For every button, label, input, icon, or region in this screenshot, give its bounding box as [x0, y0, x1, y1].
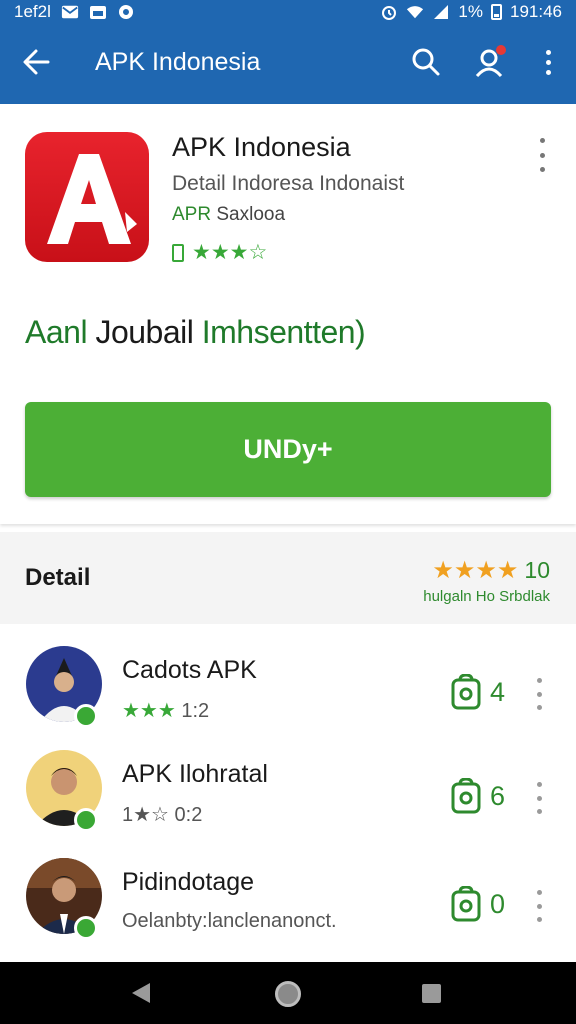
sync-icon	[117, 4, 135, 20]
detail-title: Detail	[25, 564, 91, 591]
section-subtitle: Aanl Joubail Imhsentten)	[25, 314, 366, 350]
back-arrow-icon	[23, 49, 50, 75]
online-badge-icon	[74, 916, 98, 940]
list-item-menu-button[interactable]	[532, 890, 546, 922]
alarm-icon	[380, 4, 398, 20]
battery-text: 1%	[458, 2, 483, 21]
app-name: APK Indonesia	[172, 132, 351, 162]
more-vert-icon	[545, 49, 551, 55]
search-button[interactable]	[408, 44, 444, 80]
back-button[interactable]	[18, 44, 58, 80]
list-item[interactable]: Pidindotage Oelanbty:lanclenanonct. 0	[0, 838, 576, 946]
download-badge-icon	[451, 674, 481, 710]
developer-name: Saxlooa	[216, 204, 286, 225]
list-item-subtitle: 1★☆ 0:2	[122, 804, 203, 826]
mail-icon	[61, 4, 79, 20]
detail-subtitle: hulgaln Ho Srbdlak	[423, 588, 550, 605]
download-badge-icon	[451, 778, 481, 814]
developer-label: APR	[172, 204, 212, 225]
download-badge-icon	[451, 886, 481, 922]
system-nav-bar	[0, 962, 576, 1024]
list-item-title: Cadots APK	[122, 656, 257, 684]
more-options-button[interactable]	[534, 44, 562, 80]
calendar-icon	[89, 4, 107, 20]
app-bar-title: APK Indonesia	[95, 48, 261, 76]
list-item-title: Pidindotage	[122, 868, 255, 896]
nav-back-icon[interactable]	[130, 982, 152, 1004]
top-bar: 1ef2l 1% 191:46 APK Indonesia	[0, 0, 576, 104]
account-icon	[475, 45, 506, 78]
signal-icon	[432, 4, 450, 20]
detail-rating: ★★★★ 10	[432, 556, 550, 585]
app-header-card: APK Indonesia Detail Indoresa Indonaist …	[0, 104, 576, 524]
app-list: Cadots APK ★★★ 1:2 4 APK Ilohratal 1★☆ 0…	[0, 626, 576, 962]
list-item-title: APK Ilohratal	[122, 760, 268, 788]
battery-icon	[491, 4, 502, 20]
search-icon	[412, 48, 440, 76]
online-badge-icon	[74, 704, 98, 728]
app-bar: APK Indonesia	[0, 28, 576, 96]
app-logo-icon[interactable]	[25, 132, 149, 262]
status-time: 191:46	[510, 2, 562, 21]
status-bar: 1ef2l 1% 191:46	[0, 0, 576, 24]
install-button[interactable]: UNDy+	[25, 402, 551, 497]
list-item-subtitle: ★★★ 1:2	[122, 700, 210, 722]
detail-count: 10	[524, 557, 550, 583]
detail-header: Detail ★★★★ 10 hulgaln Ho Srbdlak	[0, 532, 576, 624]
card-menu-button[interactable]	[534, 138, 550, 172]
list-item-count[interactable]: 6	[450, 778, 505, 814]
wifi-icon	[406, 4, 424, 20]
status-left-text: 1ef2l	[14, 2, 51, 21]
list-item[interactable]: Cadots APK ★★★ 1:2 4	[0, 626, 576, 734]
list-item-menu-button[interactable]	[532, 678, 546, 710]
nav-recents-icon[interactable]	[422, 984, 441, 1003]
list-item-menu-button[interactable]	[532, 782, 546, 814]
account-button[interactable]	[470, 42, 510, 82]
detail-stars: ★★★★	[432, 557, 519, 584]
online-badge-icon	[74, 808, 98, 832]
rating-stars: ★★★☆	[192, 241, 268, 264]
app-developer[interactable]: APR Saxlooa	[172, 204, 285, 226]
list-item-count[interactable]: 4	[450, 674, 505, 710]
nav-home-icon[interactable]	[275, 981, 301, 1007]
list-item[interactable]: APK Ilohratal 1★☆ 0:2 6	[0, 730, 576, 838]
app-rating: ★★★☆	[172, 240, 267, 265]
rating-badge-icon	[172, 243, 184, 262]
list-item-count[interactable]: 0	[450, 886, 505, 922]
app-description: Detail Indoresa Indonaist	[172, 172, 405, 195]
list-item-subtitle: Oelanbty:lanclenanonct.	[122, 910, 337, 932]
